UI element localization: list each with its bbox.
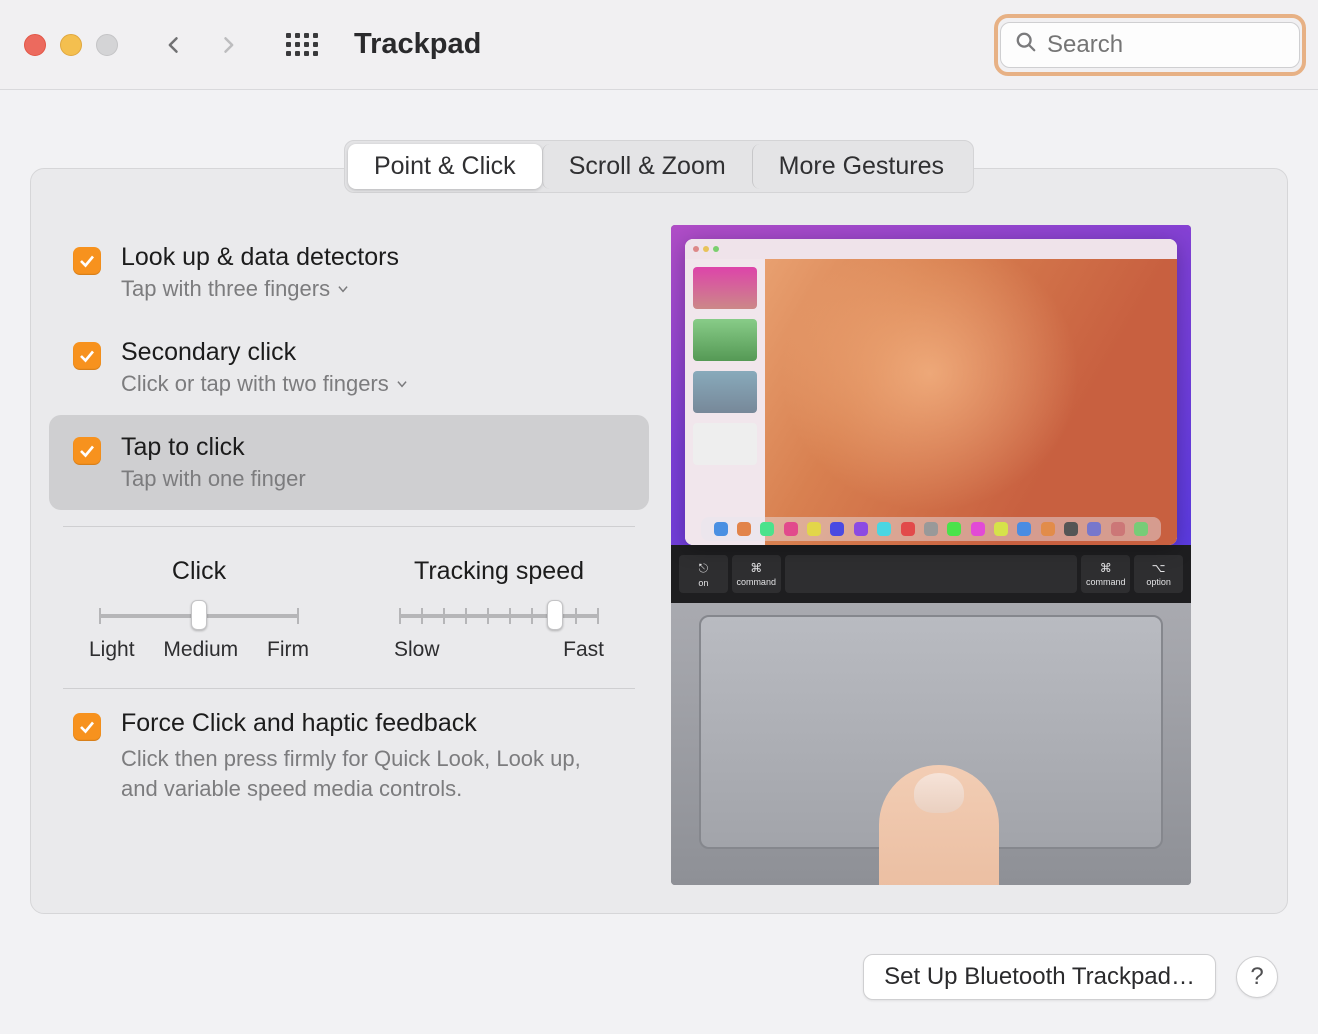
slider-tick-label: Light xyxy=(89,638,135,662)
option-title: Tap to click xyxy=(121,433,306,462)
option-description: Click then press firmly for Quick Look, … xyxy=(121,744,601,803)
show-all-button[interactable] xyxy=(282,25,322,65)
gesture-preview: ⎋on⌘command⌘command⌥option xyxy=(671,225,1191,885)
checkbox-tap[interactable] xyxy=(73,437,101,465)
back-button[interactable] xyxy=(154,25,194,65)
divider xyxy=(63,688,635,689)
chevron-down-icon[interactable] xyxy=(336,282,350,296)
option-tap-to-click[interactable]: Tap to click Tap with one finger xyxy=(49,415,649,510)
option-subtitle: Click or tap with two fingers xyxy=(121,371,389,397)
search-input[interactable] xyxy=(1047,31,1318,59)
option-subtitle: Tap with three fingers xyxy=(121,276,330,302)
tracking-slider[interactable] xyxy=(399,606,599,626)
checkbox-secondary[interactable] xyxy=(73,342,101,370)
slider-label-click: Click xyxy=(172,557,226,586)
help-button[interactable]: ? xyxy=(1236,956,1278,998)
click-slider[interactable] xyxy=(99,606,299,626)
tab-bar: Point & Click Scroll & Zoom More Gesture… xyxy=(30,140,1288,193)
option-title: Secondary click xyxy=(121,338,409,367)
tab-more-gestures[interactable]: More Gestures xyxy=(752,144,970,189)
checkbox-lookup[interactable] xyxy=(73,247,101,275)
option-lookup[interactable]: Look up & data detectors Tap with three … xyxy=(49,225,649,320)
divider xyxy=(63,526,635,527)
minimize-window-button[interactable] xyxy=(60,34,82,56)
option-force-click[interactable]: Force Click and haptic feedback Click th… xyxy=(49,705,649,803)
slider-label-tracking: Tracking speed xyxy=(414,557,584,586)
tab-scroll-zoom[interactable]: Scroll & Zoom xyxy=(542,144,752,189)
setup-bluetooth-button[interactable]: Set Up Bluetooth Trackpad… xyxy=(863,954,1216,1000)
settings-panel: Look up & data detectors Tap with three … xyxy=(30,168,1288,914)
slider-tick-label: Medium xyxy=(163,638,238,662)
chevron-down-icon[interactable] xyxy=(395,377,409,391)
slider-tick-label: Slow xyxy=(394,638,440,662)
option-subtitle: Tap with one finger xyxy=(121,466,306,492)
checkbox-force[interactable] xyxy=(73,713,101,741)
option-title: Look up & data detectors xyxy=(121,243,399,272)
tab-point-click[interactable]: Point & Click xyxy=(348,144,542,189)
zoom-window-button[interactable] xyxy=(96,34,118,56)
search-field-group xyxy=(1000,22,1300,68)
window-controls xyxy=(24,34,118,56)
forward-button[interactable] xyxy=(208,25,248,65)
window-title: Trackpad xyxy=(354,28,481,61)
finger-illustration xyxy=(879,765,999,885)
toolbar: Trackpad xyxy=(0,0,1318,90)
slider-tick-label: Fast xyxy=(563,638,604,662)
close-window-button[interactable] xyxy=(24,34,46,56)
option-secondary-click[interactable]: Secondary click Click or tap with two fi… xyxy=(49,320,649,415)
option-title: Force Click and haptic feedback xyxy=(121,709,601,738)
slider-tick-label: Firm xyxy=(267,638,309,662)
search-icon xyxy=(1015,31,1037,58)
